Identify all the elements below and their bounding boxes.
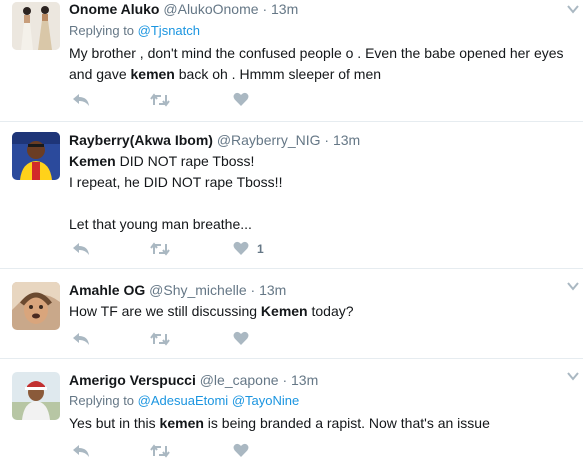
tweet-text: My brother , don't mind the confused peo… (69, 43, 573, 85)
avatar[interactable] (12, 132, 60, 180)
avatar[interactable] (12, 2, 60, 50)
mention-link[interactable]: @TayoNine (232, 393, 299, 408)
user-handle[interactable]: @Shy_michelle (149, 282, 246, 298)
reply-button[interactable] (72, 92, 90, 108)
reply-button[interactable] (72, 331, 90, 347)
highlight-keyword: kemen (130, 66, 175, 82)
retweet-button[interactable] (150, 443, 170, 459)
retweet-icon (150, 444, 170, 458)
mention-link[interactable]: @Tjsnatch (138, 23, 200, 38)
retweet-icon (150, 242, 170, 256)
like-icon (233, 92, 249, 106)
user-handle[interactable]: @le_capone (200, 372, 279, 388)
like-icon (233, 241, 249, 255)
highlight-keyword: kemen (159, 415, 204, 431)
tweet-header: Onome Aluko @AlukoOnome · 13m (69, 0, 573, 18)
tweet-text: How TF are we still discussing Kemen tod… (69, 301, 573, 322)
user-handle[interactable]: @Rayberry_NIG (217, 132, 321, 148)
tweet-line: Kemen DID NOT rape Tboss! (69, 151, 573, 172)
tweet-actions (69, 443, 329, 463)
user-handle[interactable]: @AlukoOnome (163, 1, 258, 17)
tweet-text-part: today? (307, 303, 354, 319)
tweet-header: Amerigo Verspucci @le_capone · 13m (69, 371, 573, 389)
caret-down-icon[interactable] (567, 4, 579, 14)
replying-to: Replying to @AdesuaEtomi @TayoNine (69, 392, 573, 410)
tweet-text-part: Yes but in this (69, 415, 160, 431)
like-icon (233, 443, 249, 457)
tweet[interactable]: Amahle OG @Shy_michelle · 13m How TF are… (0, 269, 583, 359)
replying-to-label: Replying to (69, 393, 135, 408)
highlight-keyword: Kemen (260, 303, 308, 319)
avatar[interactable] (12, 282, 60, 330)
tweet-text-part: How TF are we still discussing (69, 303, 261, 319)
tweet[interactable]: Rayberry(Akwa Ibom) @Rayberry_NIG · 13m … (0, 122, 583, 269)
tweet-text: Kemen DID NOT rape Tboss! I repeat, he D… (69, 151, 573, 235)
replying-to-label: Replying to (69, 23, 135, 38)
like-button[interactable] (233, 443, 257, 458)
separator-dot: · (324, 132, 330, 148)
reply-button[interactable] (72, 241, 90, 257)
tweet-text-part: Let that young man breathe... (69, 216, 252, 232)
highlight-keyword: Kemen (69, 153, 116, 169)
display-name[interactable]: Rayberry(Akwa Ibom) (69, 132, 213, 148)
reply-icon (73, 333, 89, 345)
replying-to: Replying to @Tjsnatch (69, 22, 573, 40)
tweet-header: Amahle OG @Shy_michelle · 13m (69, 281, 573, 299)
separator-dot: · (262, 1, 268, 17)
tweet-line: I repeat, he DID NOT rape Tboss!! (69, 172, 573, 193)
retweet-icon (150, 93, 170, 107)
like-icon (233, 331, 249, 345)
tweet-text-part: back oh . Hmmm sleeper of men (174, 66, 382, 82)
timestamp[interactable]: 13m (291, 372, 318, 388)
like-count: 1 (257, 241, 264, 256)
reply-icon (73, 445, 89, 457)
caret-down-icon[interactable] (567, 371, 579, 381)
display-name[interactable]: Onome Aluko (69, 1, 160, 17)
display-name[interactable]: Amerigo Verspucci (69, 372, 196, 388)
retweet-icon (150, 332, 170, 346)
reply-button[interactable] (72, 443, 90, 459)
like-button[interactable] (233, 331, 257, 346)
tweet[interactable]: Onome Aluko @AlukoOnome · 13m Replying t… (0, 0, 583, 122)
timestamp[interactable]: 13m (333, 132, 360, 148)
like-button[interactable] (233, 92, 257, 107)
tweet-actions: 1 (69, 241, 329, 261)
tweet-text-part: is being branded a rapist. Now that's an… (203, 415, 490, 431)
tweet-text-part: I repeat, he DID NOT rape Tboss!! (69, 174, 283, 190)
retweet-button[interactable] (150, 331, 170, 347)
tweet-text-part: DID NOT rape Tboss! (115, 153, 255, 169)
tweet-line: Let that young man breathe... (69, 214, 573, 235)
retweet-button[interactable] (150, 92, 170, 108)
tweet-actions (69, 92, 329, 112)
reply-icon (73, 243, 89, 255)
mention-link[interactable]: @AdesuaEtomi (138, 393, 229, 408)
tweet-header: Rayberry(Akwa Ibom) @Rayberry_NIG · 13m (69, 131, 573, 149)
like-button[interactable]: 1 (233, 241, 264, 256)
caret-down-icon[interactable] (567, 281, 579, 291)
timestamp[interactable]: 13m (271, 1, 298, 17)
avatar[interactable] (12, 372, 60, 420)
tweet-text: Yes but in this kemen is being branded a… (69, 413, 573, 434)
reply-icon (73, 94, 89, 106)
retweet-button[interactable] (150, 241, 170, 257)
timestamp[interactable]: 13m (259, 282, 286, 298)
display-name[interactable]: Amahle OG (69, 282, 145, 298)
tweet-feed: Onome Aluko @AlukoOnome · 13m Replying t… (0, 0, 583, 463)
tweet[interactable]: Amerigo Verspucci @le_capone · 13m Reply… (0, 359, 583, 463)
tweet-actions (69, 331, 329, 351)
separator-dot: · (250, 282, 256, 298)
separator-dot: · (282, 372, 288, 388)
